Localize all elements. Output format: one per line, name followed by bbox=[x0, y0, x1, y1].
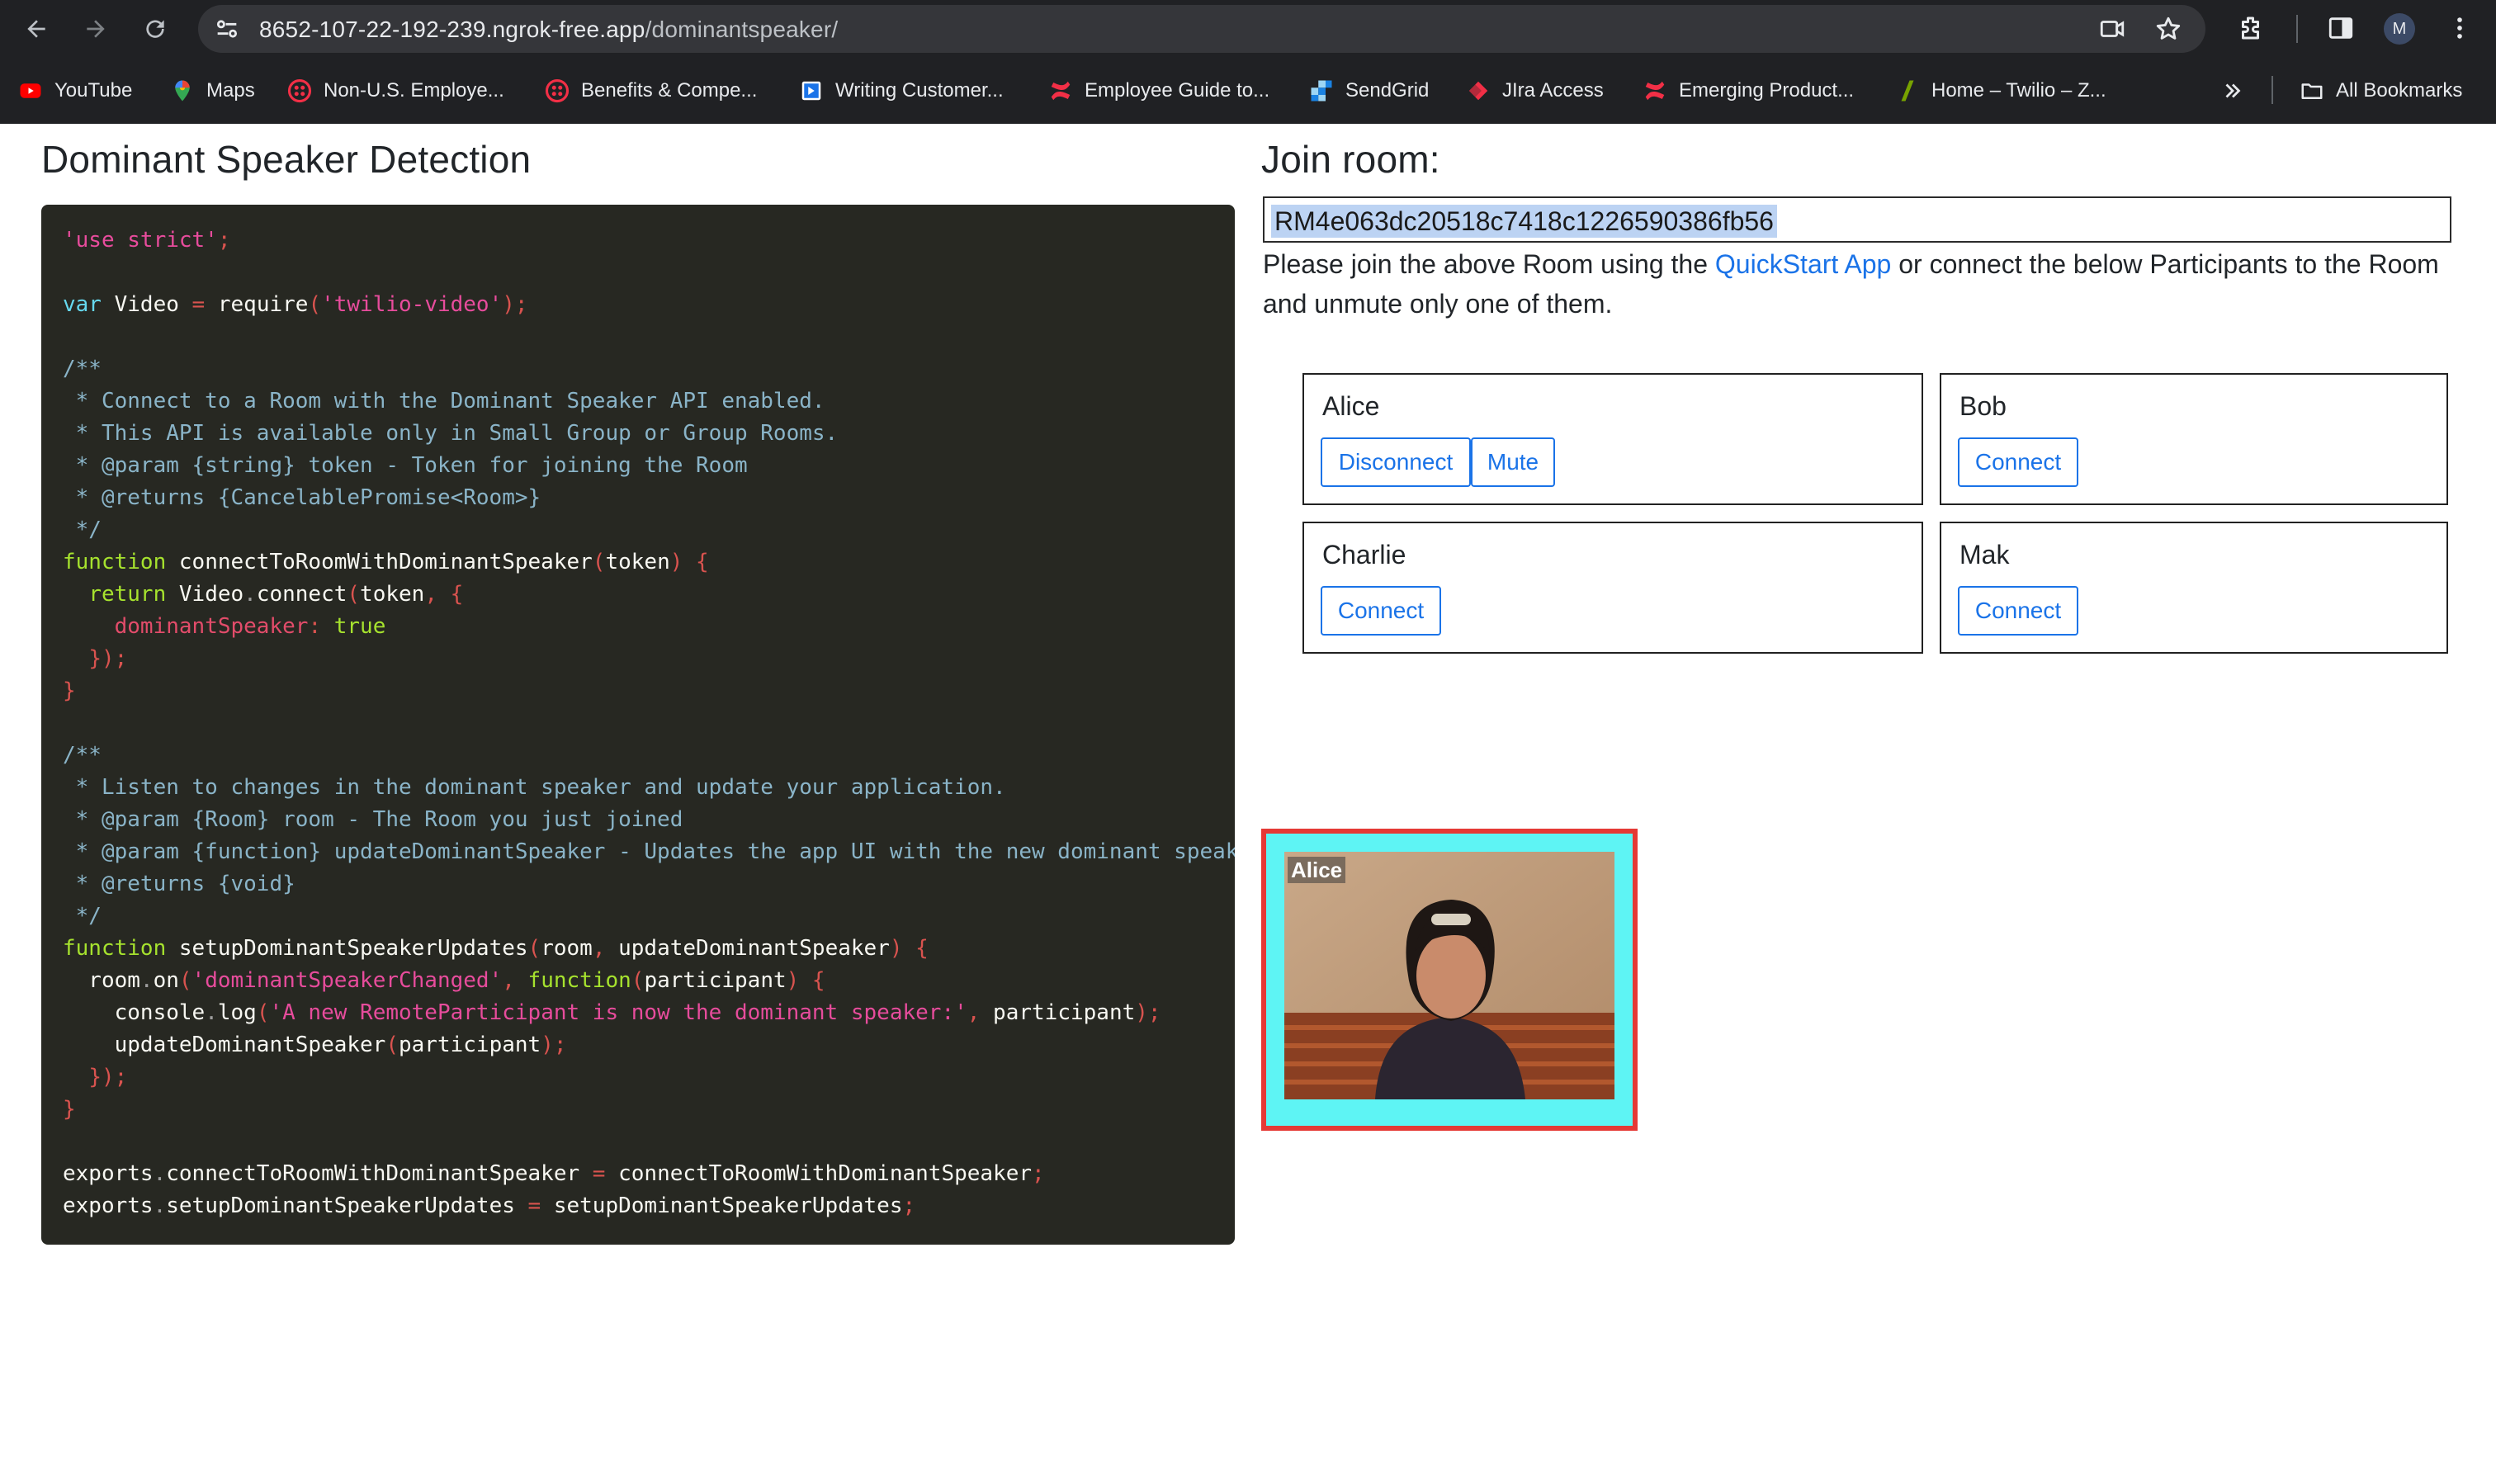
connect-button[interactable]: Connect bbox=[1958, 586, 2078, 636]
bookmark-sendgrid[interactable]: SendGrid bbox=[1309, 76, 1429, 106]
instructions-text: Please join the above Room using the Qui… bbox=[1263, 244, 2460, 324]
bookmark-label: SendGrid bbox=[1345, 79, 1430, 102]
participant-video: Alice bbox=[1284, 852, 1614, 1099]
connect-button[interactable]: Connect bbox=[1321, 586, 1441, 636]
room-sid-field[interactable]: RM4e063dc20518c7418c1226590386fb56 bbox=[1263, 196, 2451, 243]
bookmark-label: Benefits & Compe... bbox=[581, 79, 758, 102]
star-icon[interactable] bbox=[2154, 15, 2182, 43]
url-text[interactable]: 8652-107-22-192-239.ngrok-free.app/domin… bbox=[259, 17, 838, 43]
bookmark-label: Writing Customer... bbox=[835, 79, 1004, 102]
kebab-menu-icon[interactable] bbox=[2443, 12, 2476, 45]
room-sid-value: RM4e063dc20518c7418c1226590386fb56 bbox=[1271, 205, 1777, 238]
profile-avatar[interactable]: M bbox=[2384, 13, 2415, 45]
bookmark-label: JIra Access bbox=[1502, 79, 1604, 102]
participant-card-mak: Mak Connect bbox=[1940, 522, 2448, 654]
all-bookmarks[interactable]: All Bookmarks bbox=[2300, 76, 2462, 106]
bookmark-label: YouTube bbox=[54, 79, 133, 102]
twilio-icon bbox=[287, 78, 312, 103]
quickstart-app-link[interactable]: QuickStart App bbox=[1715, 249, 1891, 279]
bookmark-emerging-product[interactable]: Emerging Product... bbox=[1643, 76, 1854, 106]
url-path: /dominantspeaker/ bbox=[645, 17, 839, 42]
page-title: Dominant Speaker Detection bbox=[41, 138, 532, 181]
twilio-icon bbox=[545, 78, 570, 103]
bookmark-non-us-employee[interactable]: Non-U.S. Employe... bbox=[287, 76, 504, 106]
extensions-puzzle-icon[interactable] bbox=[2235, 12, 2268, 45]
mute-button[interactable]: Mute bbox=[1471, 437, 1555, 487]
browser-toolbar: 8652-107-22-192-239.ngrok-free.app/domin… bbox=[0, 0, 2496, 58]
bookmark-label: Non-U.S. Employe... bbox=[324, 79, 504, 102]
participant-card-bob: Bob Connect bbox=[1940, 373, 2448, 505]
dominant-speaker-tile: Alice bbox=[1261, 829, 1638, 1131]
confluence-icon bbox=[1051, 81, 1071, 101]
bookmark-employee-guide[interactable]: Employee Guide to... bbox=[1048, 76, 1269, 106]
all-bookmarks-label: All Bookmarks bbox=[2336, 79, 2463, 102]
bookmark-label: Maps bbox=[206, 79, 255, 102]
url-host: 8652-107-22-192-239.ngrok-free.app bbox=[259, 17, 645, 42]
bookmark-maps[interactable]: Maps bbox=[170, 76, 255, 106]
reload-icon[interactable] bbox=[135, 9, 175, 49]
video-frame-image bbox=[1284, 852, 1614, 1099]
forward-arrow-icon[interactable] bbox=[76, 9, 116, 49]
instructions-before: Please join the above Room using the bbox=[1263, 249, 1715, 279]
toolbar-divider bbox=[2296, 15, 2298, 43]
participant-name: Alice bbox=[1322, 391, 1380, 421]
code-snippet: 'use strict'; var Video = require('twili… bbox=[41, 205, 1235, 1245]
participant-name: Bob bbox=[1959, 391, 2007, 421]
sendgrid-icon bbox=[1311, 80, 1332, 102]
zendesk-icon bbox=[1901, 80, 1914, 102]
folder-icon bbox=[2301, 83, 2323, 99]
back-arrow-icon[interactable] bbox=[17, 9, 56, 49]
maps-icon bbox=[175, 80, 190, 102]
camera-icon[interactable] bbox=[2098, 15, 2126, 43]
doc-icon bbox=[801, 81, 821, 101]
join-room-heading: Join room: bbox=[1261, 138, 1440, 181]
disconnect-button[interactable]: Disconnect bbox=[1321, 437, 1471, 487]
participant-card-alice: Alice Disconnect Mute bbox=[1302, 373, 1923, 505]
site-settings-icon[interactable] bbox=[213, 15, 241, 43]
bookmark-label: Employee Guide to... bbox=[1085, 79, 1270, 102]
bookmarks-divider bbox=[2271, 76, 2273, 104]
jira-icon bbox=[1468, 81, 1488, 101]
bookmark-label: Home – Twilio – Z... bbox=[1931, 79, 2106, 102]
bookmark-benefits[interactable]: Benefits & Compe... bbox=[545, 76, 757, 106]
more-bookmarks-chevron-icon[interactable] bbox=[2220, 76, 2245, 106]
bookmark-youtube[interactable]: YouTube bbox=[18, 76, 132, 106]
bookmark-writing-customer[interactable]: Writing Customer... bbox=[799, 76, 1004, 106]
side-panel-icon[interactable] bbox=[2324, 12, 2357, 45]
connect-button[interactable]: Connect bbox=[1958, 437, 2078, 487]
participant-name: Charlie bbox=[1322, 540, 1406, 569]
participant-name: Mak bbox=[1959, 540, 2010, 569]
code-text: 'use strict'; var Video = require('twili… bbox=[63, 228, 1235, 1218]
address-bar[interactable]: 8652-107-22-192-239.ngrok-free.app/domin… bbox=[198, 5, 2205, 53]
bookmark-label: Emerging Product... bbox=[1679, 79, 1855, 102]
bookmark-home-twilio[interactable]: Home – Twilio – Z... bbox=[1895, 76, 2106, 106]
participant-card-charlie: Charlie Connect bbox=[1302, 522, 1923, 654]
confluence-icon bbox=[1645, 81, 1665, 101]
bookmark-jira-access[interactable]: JIra Access bbox=[1466, 76, 1604, 106]
bookmarks-bar: YouTube Maps Non-U.S. Employe... Benefit… bbox=[0, 58, 2496, 124]
youtube-icon bbox=[20, 83, 41, 98]
video-participant-label: Alice bbox=[1288, 857, 1346, 883]
